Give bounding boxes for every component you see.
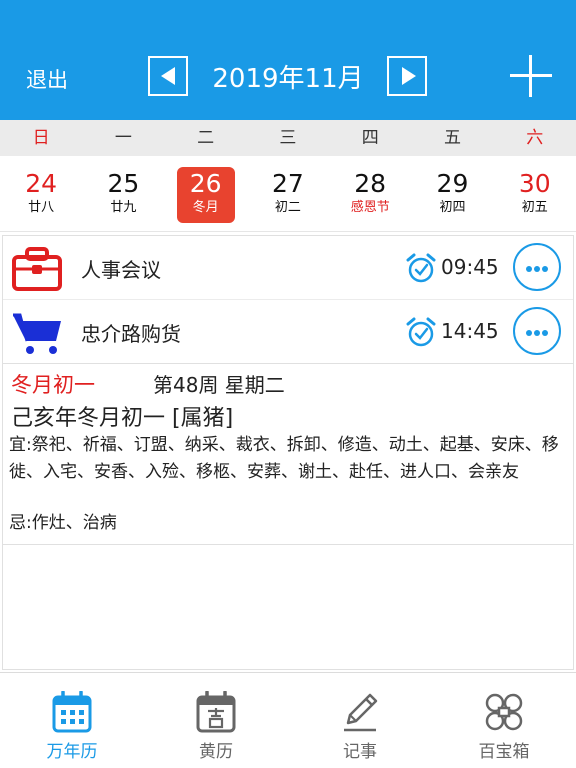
event-list: 人事会议 09:45 忠介路购货 14:45 bbox=[2, 235, 574, 364]
inauspicious-activities: 忌:作灶、治病 bbox=[9, 513, 117, 533]
event-title: 人事会议 bbox=[81, 258, 161, 282]
clover-icon bbox=[485, 693, 523, 731]
date-number: 29 bbox=[436, 169, 469, 198]
alarm-clock-icon bbox=[406, 317, 436, 347]
weekday-header: 日 一 二 三 四 五 六 bbox=[0, 120, 576, 156]
triangle-left-icon bbox=[161, 67, 175, 85]
week-info: 第48周 星期二 bbox=[153, 373, 285, 397]
add-event-button[interactable] bbox=[510, 55, 552, 97]
almanac-panel: 冬月初一 第48周 星期二 己亥年冬月初一 [属猪] 宜:祭祀、祈福、订盟、纳采… bbox=[2, 363, 574, 545]
date-cell[interactable]: 28 感恩节 bbox=[329, 156, 411, 231]
previous-month-button[interactable] bbox=[148, 56, 188, 96]
weekday-friday: 五 bbox=[443, 128, 461, 148]
event-time: 14:45 bbox=[441, 319, 499, 343]
event-title: 忠介路购货 bbox=[81, 322, 181, 346]
weekday-thursday: 四 bbox=[361, 128, 379, 148]
alarm-clock-icon bbox=[406, 253, 436, 283]
ellipsis-icon bbox=[526, 266, 532, 272]
weekday-monday: 一 bbox=[114, 128, 132, 148]
lunar-label: 初四 bbox=[439, 200, 466, 215]
date-cell[interactable]: 24 廿八 bbox=[0, 156, 82, 231]
weekday-saturday: 六 bbox=[526, 128, 544, 148]
date-number: 30 bbox=[518, 169, 551, 198]
lunar-label: 廿九 bbox=[110, 200, 137, 215]
date-number: 28 bbox=[354, 169, 387, 198]
weekday-wednesday: 三 bbox=[279, 128, 297, 148]
date-cell[interactable]: 30 初五 bbox=[494, 156, 576, 231]
pencil-icon bbox=[344, 693, 378, 732]
shopping-cart-icon bbox=[13, 313, 61, 354]
more-options-button[interactable] bbox=[513, 243, 561, 291]
lunar-label: 廿八 bbox=[28, 200, 55, 215]
tab-label: 百宝箱 bbox=[478, 742, 530, 762]
lunar-label: 初五 bbox=[521, 200, 548, 215]
weekday-sunday: 日 bbox=[32, 128, 50, 148]
tab-notes[interactable]: 记事 bbox=[288, 673, 432, 768]
tab-calendar[interactable]: 万年历 bbox=[0, 673, 144, 768]
date-cell[interactable]: 27 初二 bbox=[247, 156, 329, 231]
event-time: 09:45 bbox=[441, 255, 499, 279]
date-number: 27 bbox=[272, 169, 304, 198]
app-header: 退出 2019年11月 bbox=[0, 0, 576, 120]
date-number: 26 bbox=[189, 169, 222, 198]
empty-content-area bbox=[2, 545, 574, 670]
tab-label: 记事 bbox=[343, 742, 377, 762]
more-options-button[interactable] bbox=[513, 307, 561, 355]
event-item[interactable]: 人事会议 09:45 bbox=[3, 236, 573, 300]
tab-almanac[interactable]: 黄历 bbox=[144, 673, 288, 768]
auspicious-activities: 宜:祭祀、祈福、订盟、纳采、裁衣、拆卸、修造、动土、起基、安床、移徙、入宅、安香… bbox=[9, 435, 559, 482]
date-number: 25 bbox=[107, 169, 140, 198]
date-cell-selected[interactable]: 26 冬月 bbox=[165, 156, 247, 231]
tab-label: 黄历 bbox=[199, 742, 233, 762]
briefcase-icon bbox=[12, 247, 62, 291]
month-title: 2019年11月 bbox=[212, 64, 364, 94]
date-cell[interactable]: 25 廿九 bbox=[82, 156, 164, 231]
almanac-calendar-icon bbox=[196, 691, 236, 733]
next-month-button[interactable] bbox=[387, 56, 427, 96]
date-cell[interactable]: 29 初四 bbox=[411, 156, 493, 231]
triangle-right-icon bbox=[402, 67, 416, 85]
calendar-grid-icon bbox=[52, 691, 92, 733]
tab-toolbox[interactable]: 百宝箱 bbox=[432, 673, 576, 768]
date-number: 24 bbox=[25, 169, 58, 198]
ellipsis-icon bbox=[526, 330, 532, 336]
event-item[interactable]: 忠介路购货 14:45 bbox=[3, 300, 573, 364]
bottom-tab-bar: 万年历 黄历 记事 百宝箱 bbox=[0, 672, 576, 768]
weekday-tuesday: 二 bbox=[197, 128, 215, 148]
lunar-label: 初二 bbox=[274, 200, 301, 215]
ganzhi-year: 己亥年冬月初一 [属猪] bbox=[11, 406, 234, 431]
lunar-date: 冬月初一 bbox=[11, 373, 95, 397]
holiday-label: 感恩节 bbox=[350, 200, 390, 215]
exit-button[interactable]: 退出 bbox=[26, 64, 68, 94]
tab-label: 万年历 bbox=[46, 742, 98, 762]
week-date-row: 24 廿八 25 廿九 26 冬月 27 初二 28 感恩节 29 初四 30 … bbox=[0, 156, 576, 232]
lunar-label: 冬月 bbox=[192, 200, 219, 215]
